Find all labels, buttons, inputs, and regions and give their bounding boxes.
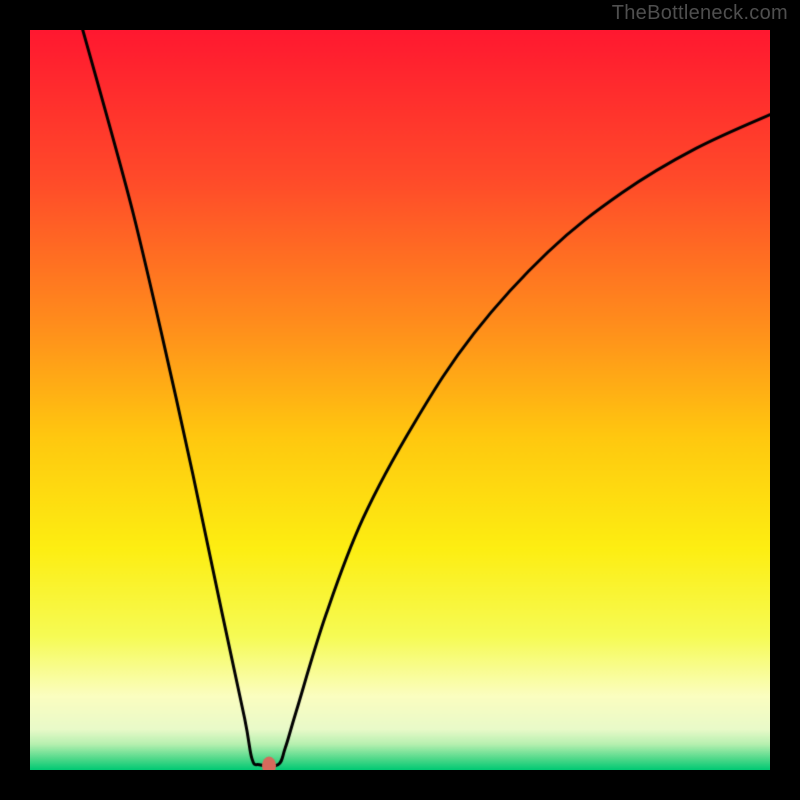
frame-border-left [0, 0, 30, 800]
watermark-text: TheBottleneck.com [612, 2, 788, 25]
frame-border-bottom [0, 770, 800, 800]
frame-border-right [770, 0, 800, 800]
chart-curve [30, 30, 770, 770]
chart-plot-area [30, 30, 770, 770]
